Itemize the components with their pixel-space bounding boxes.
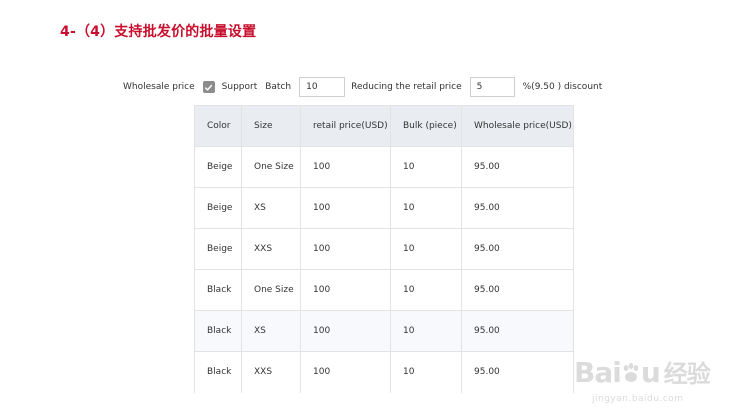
checkmark-icon [205,84,213,91]
table-row: Black One Size 100 10 95.00 [194,269,574,311]
cell-retail-price: 100 [300,310,391,352]
wholesale-controls: Wholesale price Support Batch 10 Reducin… [123,76,602,98]
cell-retail-price: 100 [300,228,391,270]
wholesale-price-label: Wholesale price [123,82,195,92]
cell-wholesale-price: 95.00 [461,228,574,270]
cell-size: XS [241,187,301,229]
cell-wholesale-price: 95.00 [461,269,574,311]
wholesale-price-table: Color Size retail price(USD) Bulk (piece… [194,105,574,393]
table-row: Beige XXS 100 10 95.00 [194,228,574,270]
page: 4-（4）支持批发价的批量设置 Wholesale price Support … [0,0,746,420]
support-label: Support [221,82,258,92]
reducing-retail-price-label: Reducing the retail price [351,82,462,92]
paw-icon [623,363,639,382]
support-checkbox[interactable] [202,81,215,93]
cell-size: One Size [241,269,301,311]
cell-bulk: 10 [390,228,462,270]
column-header-wholesale-price: Wholesale price(USD) [461,105,574,147]
table-row: Beige XS 100 10 95.00 [194,187,574,229]
cell-wholesale-price: 95.00 [461,146,574,188]
batch-input[interactable]: 10 [299,77,346,97]
cell-wholesale-price: 95.00 [461,351,574,393]
batch-label: Batch [265,82,292,92]
table-row: Black XXS 100 10 95.00 [194,351,574,393]
cell-size: XS [241,310,301,352]
column-header-color: Color [194,105,242,147]
cell-color: Beige [194,228,242,270]
cell-bulk: 10 [390,146,462,188]
cell-wholesale-price: 95.00 [461,310,574,352]
reducing-input[interactable]: 5 [469,77,515,97]
page-title: 4-（4）支持批发价的批量设置 [60,24,257,40]
cell-color: Beige [194,187,242,229]
discount-text: %(9.50 ) discount [522,82,603,92]
cell-size: XXS [241,351,301,393]
cell-retail-price: 100 [300,146,391,188]
column-header-bulk: Bulk (piece) [390,105,462,147]
baidu-jingyan-watermark: Bai u 经验 jingyan.baidu.com [566,352,716,412]
table-row: Beige One Size 100 10 95.00 [194,146,574,188]
cell-color: Black [194,269,242,311]
cell-retail-price: 100 [300,187,391,229]
table-row: Black XS 100 10 95.00 [194,310,574,352]
cell-color: Black [194,310,242,352]
cell-size: XXS [241,228,301,270]
cell-bulk: 10 [390,310,462,352]
column-header-retail-price: retail price(USD) [300,105,391,147]
cell-retail-price: 100 [300,269,391,311]
cell-wholesale-price: 95.00 [461,187,574,229]
cell-color: Black [194,351,242,393]
column-header-size: Size [241,105,301,147]
table-header-row: Color Size retail price(USD) Bulk (piece… [194,105,574,147]
watermark-url: jingyan.baidu.com [592,394,684,404]
watermark-logo: Bai u 经验 [574,356,711,389]
cell-bulk: 10 [390,187,462,229]
cell-size: One Size [241,146,301,188]
cell-color: Beige [194,146,242,188]
cell-retail-price: 100 [300,351,391,393]
cell-bulk: 10 [390,351,462,393]
cell-bulk: 10 [390,269,462,311]
